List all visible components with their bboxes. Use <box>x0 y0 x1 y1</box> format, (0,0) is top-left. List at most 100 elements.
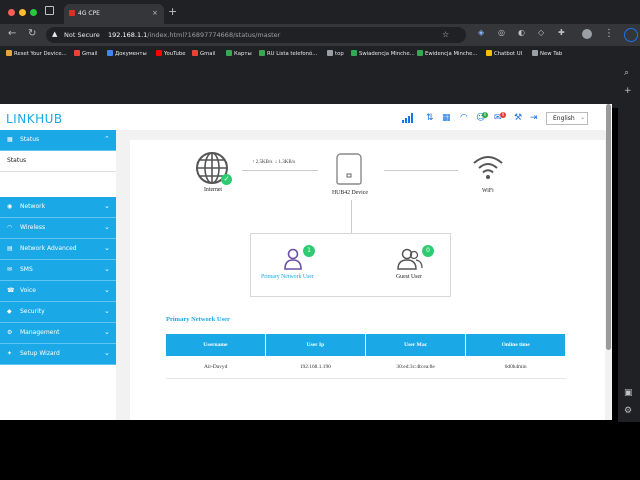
sidebar-subitem-status[interactable]: Status <box>0 151 116 172</box>
sidebar-item-label: Management <box>20 329 60 336</box>
bookmark-label: Reset Your Device... <box>14 51 67 57</box>
download-rate: 1.3KB/s <box>278 160 296 165</box>
extension-shield-icon[interactable]: ◈ <box>478 28 484 37</box>
table-header-row: Username User Ip User Mac Online time <box>166 334 566 356</box>
bookmark-item[interactable]: Swiadencja Minche... <box>351 50 415 62</box>
settings-icon[interactable]: ⚙ <box>624 406 632 416</box>
bookmark-label: Карты <box>234 51 252 57</box>
reload-icon[interactable]: ↻ <box>28 28 36 39</box>
bookmark-item[interactable]: Карты <box>226 50 252 62</box>
bookmark-item[interactable]: Gmail <box>74 50 97 62</box>
back-icon[interactable]: ← <box>8 28 16 39</box>
gear-icon: ⚙ <box>7 329 13 336</box>
sidebar-item-label: Network <box>20 203 46 210</box>
sidebar: ▦ Status ⌃ ◉ Network ⌄ ◠ Wireless ⌄ ▤ Network Adva… <box>0 130 116 420</box>
avatar[interactable] <box>582 29 592 39</box>
link-line-wifi <box>384 170 458 171</box>
settings-wrench-icon[interactable]: ⚒ <box>514 113 522 123</box>
browser-chrome: 4G CPE × + ← ↻ ▲ Not Secure 192.168.1.1/… <box>0 0 640 108</box>
link-line-users <box>351 200 352 233</box>
network-icon: ▤ <box>7 245 13 252</box>
column-header: Online time <box>465 334 566 356</box>
sidebar-item-voice[interactable]: ☎ Voice ⌄ <box>0 281 116 302</box>
search-icon[interactable]: ⌕ <box>624 68 629 78</box>
minimize-window-icon[interactable] <box>19 9 26 16</box>
maximize-window-icon[interactable] <box>30 9 37 16</box>
sidebar-item-network[interactable]: ◉ Network ⌄ <box>0 197 116 218</box>
browser-tab[interactable]: 4G CPE × <box>64 4 164 24</box>
sidebar-item-setup-wizard[interactable]: ✦ Setup Wizard ⌄ <box>0 344 116 365</box>
favicon-icon <box>69 10 75 16</box>
chevron-icon: ⌃ <box>104 135 110 143</box>
bookmark-label: New Tab <box>540 51 563 57</box>
sidebar-item-sms[interactable]: ✉ SMS ⌄ <box>0 260 116 281</box>
sidebar-item-wireless[interactable]: ◠ Wireless ⌄ <box>0 218 116 239</box>
chevron-icon: ⌄ <box>104 202 110 210</box>
chevron-icon: ⌄ <box>104 223 110 231</box>
bookmark-item[interactable]: New Tab <box>532 50 562 62</box>
edge-copilot-icon[interactable] <box>624 28 638 42</box>
menu-icon[interactable]: ⋮ <box>604 28 614 39</box>
chevron-icon: ⌄ <box>104 286 110 294</box>
sidebar-item-status[interactable]: ▦ Status ⌃ <box>0 130 116 151</box>
wifi-icon <box>472 154 504 180</box>
sim-icon: ▦ <box>442 113 451 123</box>
new-tab-button[interactable]: + <box>168 5 177 18</box>
table-row: Air-Davyd 192.168.1.190 30:ed:3c:4b:ea:8e 0… <box>166 356 566 379</box>
extension-icon[interactable]: ◎ <box>498 28 505 37</box>
table-cell: 0d0h4min <box>465 356 566 379</box>
bookmark-favicon-icon <box>417 50 423 56</box>
star-icon[interactable]: ☆ <box>442 30 449 39</box>
bookmark-item[interactable]: Reset Your Device... <box>6 50 67 62</box>
bookmark-item[interactable]: Chatbot UI <box>486 50 522 62</box>
bookmark-item[interactable]: top <box>327 50 344 62</box>
puzzle-icon[interactable]: ✚ <box>558 28 565 37</box>
chevron-icon: ⌄ <box>104 328 110 336</box>
sidebar-toggle-icon[interactable]: ▣ <box>624 388 633 398</box>
bookmark-item[interactable]: Документы <box>107 50 147 62</box>
messages-badge: 0 <box>500 112 506 118</box>
logout-icon[interactable]: ⇥ <box>530 113 538 123</box>
extension-3-icon[interactable]: ◇ <box>538 28 544 37</box>
bookmark-item[interactable]: Gmail <box>192 50 215 62</box>
grid-icon: ▦ <box>7 136 13 143</box>
bookmark-item[interactable]: Ewidencja Minche... <box>417 50 477 62</box>
close-window-icon[interactable] <box>8 9 15 16</box>
extension-2-icon[interactable]: ◐ <box>518 28 525 37</box>
column-header: User Ip <box>265 334 366 356</box>
guest-user-icon[interactable] <box>397 248 423 270</box>
sidebar-item-label: Setup Wizard <box>20 350 60 357</box>
page-scrollbar[interactable] <box>606 104 611 350</box>
edge-sidebar: ⌕ + ▣ ⚙ <box>618 62 640 422</box>
bookmark-label: Gmail <box>200 51 216 57</box>
address-bar[interactable]: ▲ Not Secure 192.168.1.1/index.html?1689… <box>46 27 466 43</box>
table-cell: Air-Davyd <box>166 356 266 379</box>
primary-user-icon[interactable] <box>283 248 303 270</box>
bookmark-label: Gmail <box>82 51 98 57</box>
table-body: Air-Davyd 192.168.1.190 30:ed:3c:4b:ea:8e 0… <box>166 356 566 379</box>
navigation-bar: ← ↻ ▲ Not Secure 192.168.1.1/index.html?… <box>0 24 640 46</box>
bookmark-favicon-icon <box>486 50 492 56</box>
bookmark-favicon-icon <box>74 50 80 56</box>
warning-icon: ▲ <box>52 30 58 38</box>
bookmark-favicon-icon <box>259 50 265 56</box>
language-select[interactable]: English ⌄ <box>546 112 588 125</box>
status-panel: ✓ Internet ↑ 2.5KB/s ↓ 1.3KB/s HUB42 Dev… <box>130 140 605 420</box>
sidebar-item-security[interactable]: ◆ Security ⌄ <box>0 302 116 323</box>
sidebar-item-label: Network Advanced <box>20 245 77 252</box>
table-cell: 192.168.1.190 <box>265 356 366 379</box>
guest-user-link[interactable]: Guest User <box>396 274 422 280</box>
tab-search-icon[interactable] <box>45 6 54 15</box>
bookmark-label: Ewidencja Minche... <box>425 51 478 57</box>
bookmark-item[interactable]: RU Lista telefonó... <box>259 50 317 62</box>
bookmark-label: Chatbot UI <box>494 51 523 57</box>
language-value: English <box>553 115 575 122</box>
primary-user-link[interactable]: Primary Network User <box>261 274 314 280</box>
sidebar-item-network-advanced[interactable]: ▤ Network Advanced ⌄ <box>0 239 116 260</box>
sidebar-item-management[interactable]: ⚙ Management ⌄ <box>0 323 116 344</box>
chevron-down-icon: ⌄ <box>580 114 586 121</box>
router-page: LINKHUB ⇅ ▦ ◠ ☺ 0 ✉ 0 ⚒ ⇥ English ⌄ ▦ Sta… <box>0 104 612 420</box>
tab-close-icon[interactable]: × <box>152 9 158 17</box>
add-icon[interactable]: + <box>624 86 632 96</box>
bookmark-item[interactable]: YouTube <box>156 50 186 62</box>
